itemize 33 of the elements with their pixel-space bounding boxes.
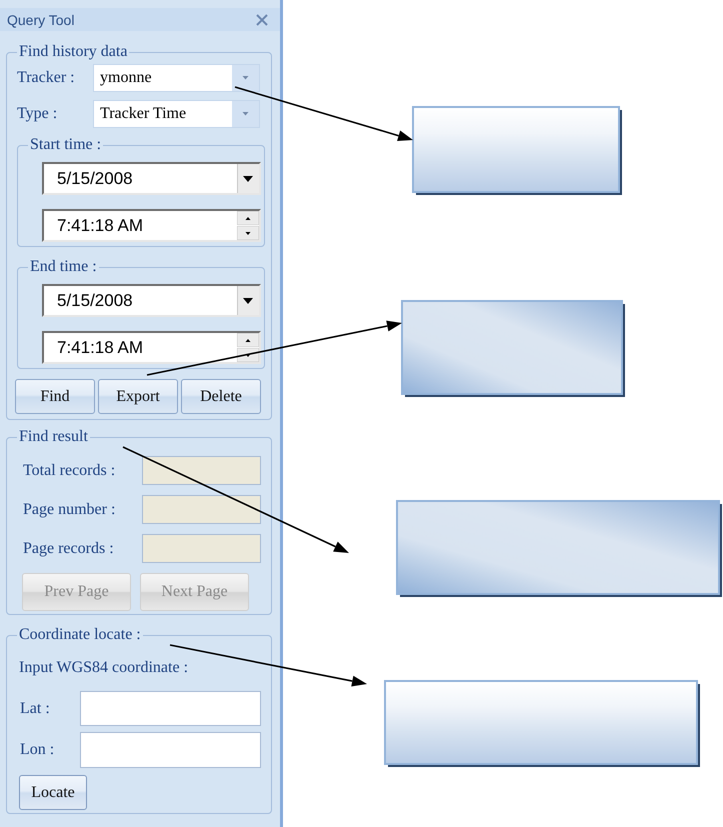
field-label: Page number :	[23, 500, 116, 518]
close-icon[interactable]	[256, 14, 268, 26]
field-label: Lat :	[20, 700, 51, 718]
caret-icon[interactable]	[232, 65, 259, 91]
time-spinner[interactable]: 7:41:18 AM	[42, 331, 261, 364]
delete-button[interactable]: Delete	[181, 379, 261, 414]
input-field[interactable]	[80, 732, 261, 768]
group-title: Find result	[18, 428, 89, 446]
group-title: Start time :	[29, 136, 102, 154]
panel-title: Query Tool	[7, 12, 74, 28]
find-button[interactable]: Find	[15, 379, 95, 414]
field-label: Page records :	[23, 540, 115, 558]
input-field[interactable]	[80, 691, 261, 726]
instruction-text: Input WGS84 coordinate :	[19, 659, 190, 677]
type-dropdown[interactable]: Tracker Time	[93, 100, 260, 128]
caret-up-icon[interactable]	[237, 211, 259, 225]
field-label: Lon :	[20, 741, 56, 759]
time-spinner[interactable]: 7:41:18 AM	[42, 209, 261, 242]
date-picker[interactable]: 5/15/2008	[42, 284, 261, 317]
group-title: Find history data	[18, 43, 128, 61]
caret-icon[interactable]	[237, 164, 259, 193]
field-label: Tracker :	[17, 69, 76, 87]
caret-down-icon[interactable]	[237, 226, 259, 240]
field-label: Type :	[17, 105, 58, 123]
locate-button[interactable]: Locate	[19, 775, 87, 810]
export-button[interactable]: Export	[98, 379, 178, 414]
caret-icon[interactable]	[237, 286, 259, 315]
date-picker[interactable]: 5/15/2008	[42, 162, 261, 195]
group-title: End time :	[29, 258, 98, 276]
field-label: Total records :	[23, 462, 116, 480]
tracker-dropdown[interactable]: ymonne	[93, 64, 260, 92]
group-title: Coordinate locate :	[18, 626, 142, 644]
caret-up-icon[interactable]	[237, 333, 259, 347]
